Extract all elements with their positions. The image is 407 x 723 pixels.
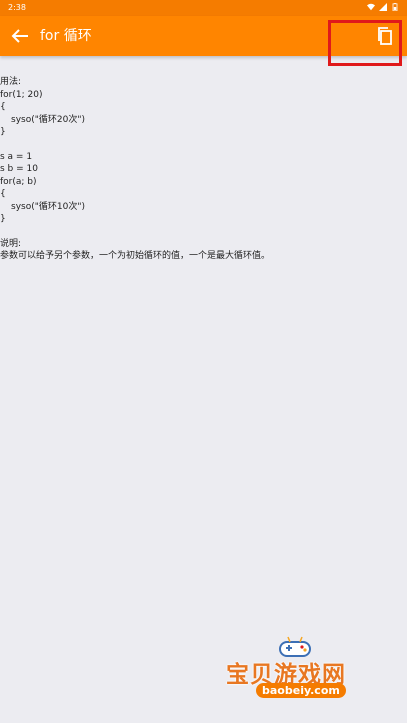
usage-label: 用法: xyxy=(0,77,22,87)
code-line: for(a; b) xyxy=(0,176,37,187)
description-content: 用法: for(1; 20) { syso("循环20次") } s a = 1… xyxy=(0,76,400,263)
code-line: s a = 1 xyxy=(0,151,33,162)
code-line: { xyxy=(0,189,6,199)
watermark-url: baobeiy.com xyxy=(256,683,346,698)
status-icons xyxy=(367,3,399,11)
back-arrow-icon[interactable] xyxy=(8,24,32,48)
app-bar: for 循环 xyxy=(0,16,407,56)
code-line: for(1; 20) xyxy=(0,89,43,100)
note-text: 参数可以给予另个参数，一个为初始循环的值，一个是最大循环值。 xyxy=(0,251,271,261)
watermark-logo: 宝贝游戏网 baobeiy.com xyxy=(226,633,376,705)
battery-icon xyxy=(392,3,398,11)
code-line: } xyxy=(0,214,6,224)
copy-icon[interactable] xyxy=(373,24,397,48)
code-line: syso("循环20次") xyxy=(11,114,85,125)
code-line: { xyxy=(0,102,6,112)
status-time: 2:38 xyxy=(8,3,26,12)
code-line: s b = 10 xyxy=(0,164,38,174)
code-line: syso("循环10次") xyxy=(11,201,85,212)
status-bar: 2:38 xyxy=(0,0,407,16)
wifi-icon xyxy=(367,3,375,11)
page-title: for 循环 xyxy=(40,28,92,44)
signal-icon xyxy=(379,3,387,11)
code-line: } xyxy=(0,127,6,137)
note-label: 说明: xyxy=(0,238,22,249)
